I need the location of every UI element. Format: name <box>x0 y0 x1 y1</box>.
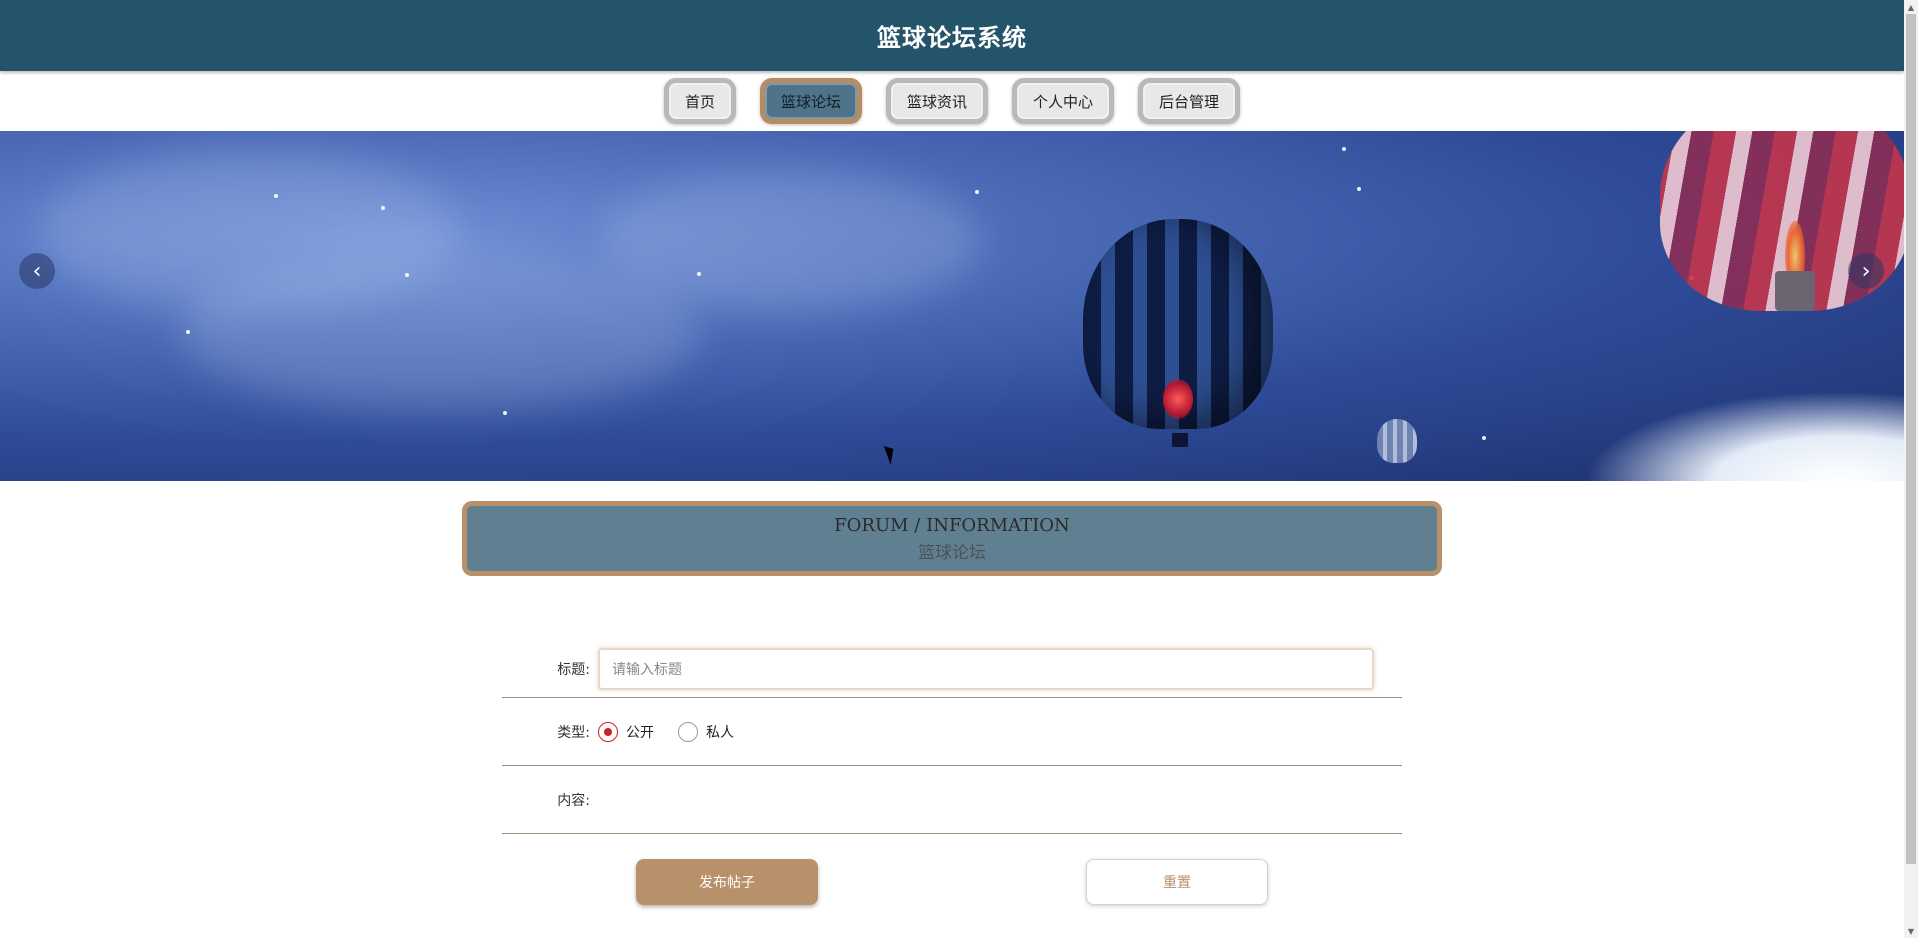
top-header: 篮球论坛系统 <box>0 0 1904 71</box>
chevron-left-icon[interactable]: ‹ <box>19 253 55 289</box>
radio-checked-icon <box>598 721 618 742</box>
post-form: 标题: 请输入标题 类型: 公开 私人 内容: 发布帖子 重置 <box>502 640 1402 905</box>
title-row: 标题: 请输入标题 <box>502 640 1402 698</box>
nav-item-news[interactable]: 篮球资讯 <box>885 78 988 124</box>
balloon-image <box>1377 419 1417 463</box>
type-radio-group: 公开 私人 <box>598 721 758 742</box>
content-editor[interactable] <box>598 780 1402 820</box>
radio-public[interactable]: 公开 <box>598 721 654 742</box>
page: 篮球论坛系统 首页 篮球论坛 篮球资讯 个人中心 后台管理 ‹ › FORUM … <box>0 0 1918 938</box>
nav-item-home[interactable]: 首页 <box>663 78 736 124</box>
radio-private[interactable]: 私人 <box>678 721 734 742</box>
nav-item-forum[interactable]: 篮球论坛 <box>759 78 862 124</box>
reset-button[interactable]: 重置 <box>1086 859 1268 905</box>
scroll-down-icon[interactable]: ▼ <box>1904 924 1918 938</box>
scroll-thumb[interactable] <box>1906 14 1916 864</box>
scroll-up-icon[interactable]: ▲ <box>1904 0 1918 14</box>
section-title-cn: 篮球论坛 <box>918 542 986 563</box>
content-label: 内容: <box>557 792 590 809</box>
balloon-image <box>1083 219 1273 429</box>
radio-unchecked-icon <box>678 721 698 742</box>
section-title: FORUM / INFORMATION 篮球论坛 <box>462 501 1442 576</box>
submit-post-button[interactable]: 发布帖子 <box>636 859 818 905</box>
form-buttons: 发布帖子 重置 <box>502 859 1402 905</box>
title-label: 标题: <box>557 661 590 678</box>
nav-item-personal-center[interactable]: 个人中心 <box>1012 78 1115 124</box>
radio-public-label: 公开 <box>626 724 654 741</box>
chevron-right-icon[interactable]: › <box>1848 253 1884 289</box>
content-row: 内容: <box>502 766 1402 834</box>
banner-carousel: ‹ › <box>0 131 1904 481</box>
radio-private-label: 私人 <box>706 724 734 741</box>
type-label: 类型: <box>557 724 590 741</box>
main-nav: 首页 篮球论坛 篮球资讯 个人中心 后台管理 <box>0 78 1904 124</box>
title-input[interactable]: 请输入标题 <box>598 647 1374 690</box>
scrollbar[interactable]: ▲ ▼ <box>1904 0 1918 938</box>
site-title: 篮球论坛系统 <box>877 24 1027 52</box>
type-row: 类型: 公开 私人 <box>502 698 1402 766</box>
section-title-en: FORUM / INFORMATION <box>834 514 1070 536</box>
nav-item-admin[interactable]: 后台管理 <box>1138 78 1241 124</box>
